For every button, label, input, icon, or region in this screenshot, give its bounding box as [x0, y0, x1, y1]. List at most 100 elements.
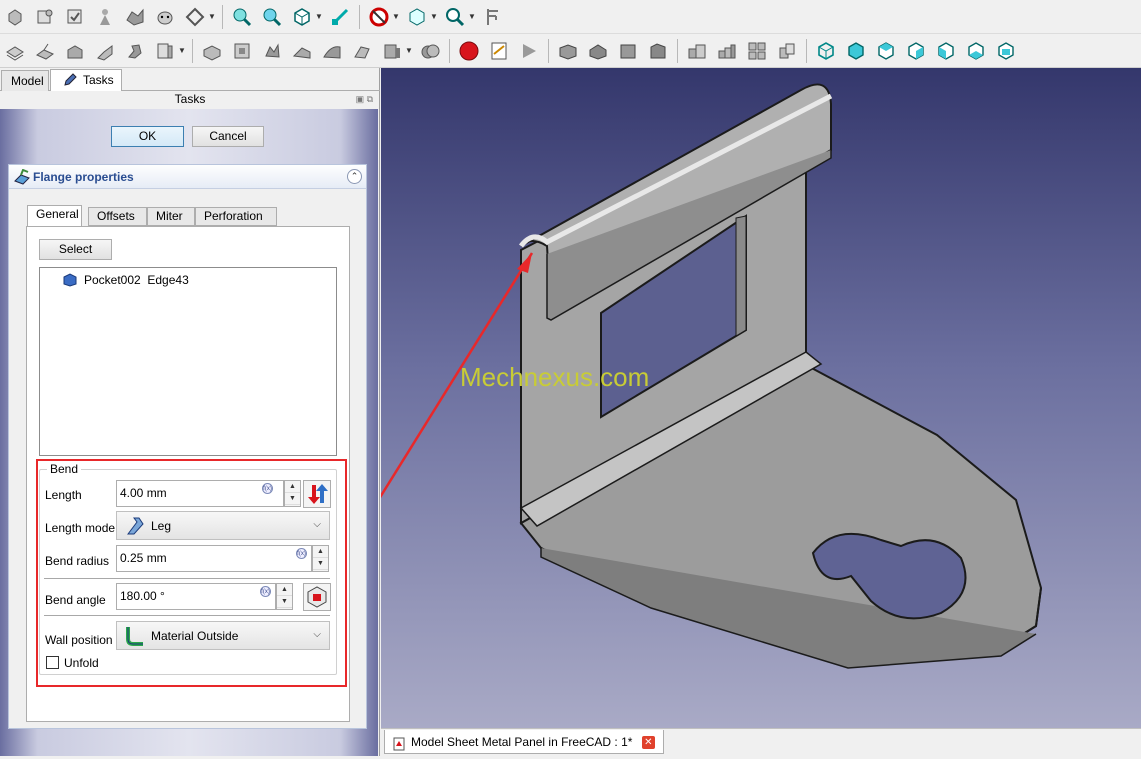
solid-icon[interactable] [319, 38, 345, 64]
bend-angle-field[interactable]: 180.00 ° [116, 583, 276, 610]
fold-icon[interactable] [92, 38, 118, 64]
polar-array-icon[interactable] [774, 38, 800, 64]
cow-icon[interactable] [152, 4, 178, 30]
angle-preset-button[interactable] [303, 583, 331, 611]
corner-icon[interactable] [152, 38, 178, 64]
expression-icon[interactable]: f(x) [262, 483, 273, 494]
length-mode-select[interactable]: Leg ⌵ [116, 511, 330, 540]
length-mode-value: Leg [151, 519, 172, 533]
unfold-icon[interactable] [199, 38, 225, 64]
expression-icon[interactable]: f(x) [260, 586, 271, 597]
sketch-icon[interactable] [32, 4, 58, 30]
tab-general[interactable]: General [27, 205, 82, 227]
select-button[interactable]: Select [39, 239, 112, 260]
watermark: Mechnexus.com [460, 362, 650, 392]
tasks-header: Tasks [174, 92, 206, 106]
right-view-icon[interactable] [615, 38, 641, 64]
flange-title-bar[interactable]: Flange properties ⌃ [9, 165, 366, 189]
draft-icon[interactable] [182, 4, 208, 30]
chevron-down-icon[interactable]: ▼ [468, 4, 476, 30]
expression-icon[interactable]: f(x) [296, 548, 307, 559]
3d-viewport[interactable]: Mechnexus.com [381, 68, 1141, 728]
leg-icon [125, 516, 147, 539]
chevron-down-icon: ⌵ [313, 629, 321, 640]
array-icon[interactable] [714, 38, 740, 64]
collapse-icon[interactable]: ⌃ [347, 169, 362, 184]
view-front-cube-icon[interactable] [843, 38, 869, 64]
rear-view-icon[interactable] [645, 38, 671, 64]
selection-list[interactable]: Pocket002 Edge43 [39, 267, 337, 456]
relief-icon[interactable] [122, 38, 148, 64]
play-macro-icon[interactable] [516, 38, 542, 64]
dock-float-icon[interactable]: ▣ ⧉ [356, 94, 373, 105]
grid-array-icon[interactable] [744, 38, 770, 64]
zoom-fit-icon[interactable] [229, 4, 255, 30]
tab-perforation[interactable]: Perforation [195, 207, 277, 226]
chevron-down-icon[interactable]: ▼ [208, 4, 216, 30]
length-stepper[interactable]: ▲ ▼ [284, 480, 301, 507]
flip-arrows-icon [304, 484, 330, 510]
chevron-down-icon[interactable]: ▼ [315, 4, 323, 30]
length-value: 4.00 mm [120, 486, 167, 500]
zoom-box-icon[interactable] [442, 4, 468, 30]
divider [44, 578, 330, 581]
top-view-icon[interactable] [585, 38, 611, 64]
view-rear-cube-icon[interactable] [933, 38, 959, 64]
ok-button[interactable]: OK [111, 126, 184, 147]
document-tab[interactable]: Model Sheet Metal Panel in FreeCAD : 1* … [384, 730, 664, 754]
assembly-icon[interactable] [684, 38, 710, 64]
tab-model[interactable]: Model [1, 70, 49, 91]
chevron-down-icon[interactable]: ▼ [392, 4, 400, 30]
edit-macro-icon[interactable] [486, 38, 512, 64]
bend-radius-stepper[interactable]: ▲ ▼ [312, 545, 329, 572]
sketch-on-face-icon[interactable] [229, 38, 255, 64]
tab-offsets[interactable]: Offsets [88, 207, 147, 226]
sketch-validate-icon[interactable] [62, 4, 88, 30]
caliper-icon[interactable] [480, 4, 506, 30]
measure-icon[interactable] [327, 4, 353, 30]
unfold-label: Unfold [64, 656, 99, 670]
cancel-button[interactable]: Cancel [192, 126, 264, 147]
bend-radius-field[interactable]: 0.25 mm [116, 545, 312, 572]
toolbar-separator [677, 38, 678, 63]
chevron-down-icon[interactable]: ▼ [405, 38, 413, 64]
bend-group-label: Bend [47, 462, 82, 476]
pencil-icon [63, 73, 77, 93]
part-icon[interactable] [122, 4, 148, 30]
wall-position-select[interactable]: Material Outside ⌵ [116, 621, 330, 650]
boolean-icon[interactable] [379, 38, 405, 64]
bend-angle-stepper[interactable]: ▲ ▼ [276, 583, 293, 610]
axo-view-icon[interactable] [289, 4, 315, 30]
length-field[interactable]: 4.00 mm [116, 480, 284, 507]
view-bottom-cube-icon[interactable] [963, 38, 989, 64]
view-top-cube-icon[interactable] [873, 38, 899, 64]
view-left-cube-icon[interactable] [993, 38, 1019, 64]
unfold-checkbox[interactable] [46, 656, 59, 669]
view-cube-icon[interactable] [813, 38, 839, 64]
sheet-metal-icon[interactable] [2, 38, 28, 64]
list-item[interactable]: Pocket002 Edge43 [62, 272, 189, 288]
wall-icon[interactable] [32, 38, 58, 64]
toolbar-separator [359, 4, 360, 29]
draw-style-icon[interactable] [366, 4, 392, 30]
view-right-cube-icon[interactable] [903, 38, 929, 64]
hole-icon[interactable] [289, 38, 315, 64]
bend-angle-label: Bend angle [45, 593, 106, 607]
punch-icon[interactable] [259, 38, 285, 64]
tab-miter[interactable]: Miter [147, 207, 195, 226]
chevron-down-icon[interactable]: ▼ [430, 4, 438, 30]
part-design-icon[interactable] [2, 4, 28, 30]
reverse-direction-button[interactable] [303, 480, 331, 508]
robot-icon[interactable] [92, 4, 118, 30]
extend-icon[interactable] [62, 38, 88, 64]
record-macro-icon[interactable] [456, 38, 482, 64]
front-view-icon[interactable] [555, 38, 581, 64]
close-icon[interactable]: ✕ [641, 736, 655, 750]
bend-icon[interactable] [349, 38, 375, 64]
box-view-icon[interactable] [404, 4, 430, 30]
tab-tasks[interactable]: Tasks [50, 69, 122, 91]
wall-position-label: Wall position [45, 633, 113, 647]
stack-icon[interactable] [417, 38, 443, 64]
chevron-down-icon[interactable]: ▼ [178, 38, 186, 64]
zoom-select-icon[interactable] [259, 4, 285, 30]
